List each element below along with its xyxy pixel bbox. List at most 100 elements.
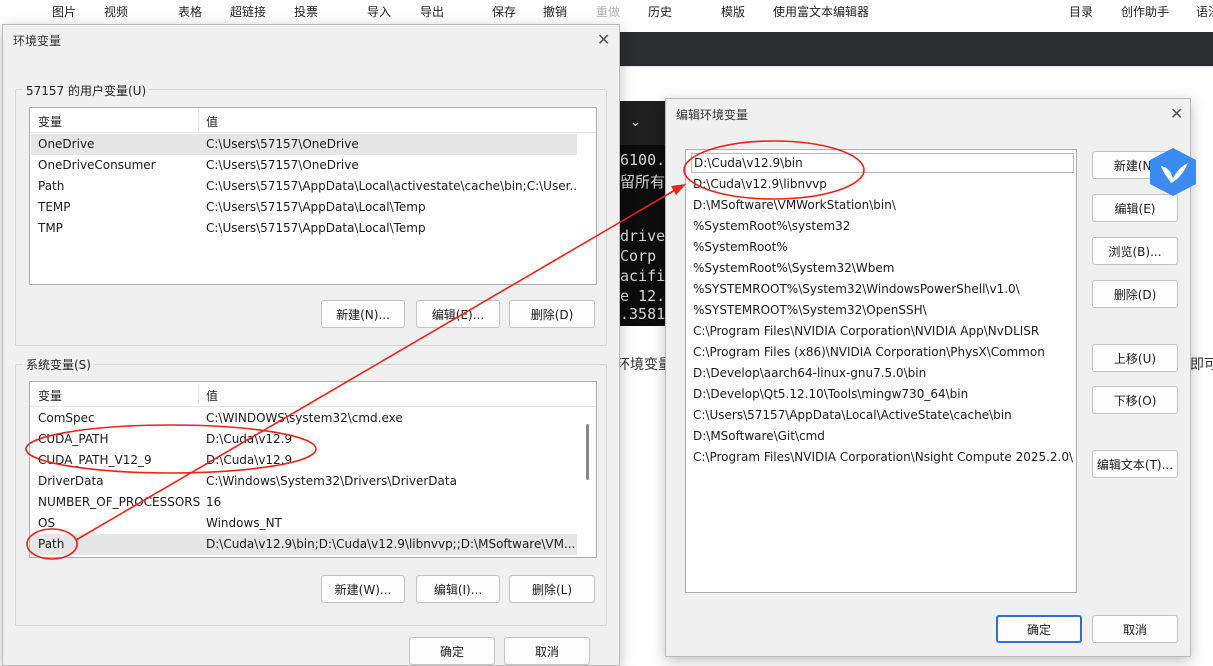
terminal-line: .3581 xyxy=(620,305,666,323)
cancel-button[interactable]: 取消 xyxy=(1092,615,1178,643)
user-edit-button[interactable]: 编辑(E)... xyxy=(416,300,500,328)
var-name: OS xyxy=(38,516,56,530)
user-delete-button[interactable]: 删除(D) xyxy=(509,300,595,328)
var-name: NUMBER_OF_PROCESSORS xyxy=(38,495,201,509)
vertical-scrollbar[interactable] xyxy=(586,424,589,480)
table-row[interactable]: Path C:\Users\57157\AppData\Local\active… xyxy=(31,176,577,197)
path-entries-list[interactable]: D:\Cuda\v12.9\bin D:\Cuda\v12.9\libnvvp … xyxy=(685,149,1077,593)
system-new-button[interactable]: 新建(W)... xyxy=(321,575,405,603)
var-name: Path xyxy=(38,537,65,551)
toolbar-toc[interactable]: 目录 xyxy=(1069,3,1093,20)
column-header-variable[interactable]: 变量 xyxy=(38,387,62,404)
toolbar-rich-editor[interactable]: 使用富文本编辑器 xyxy=(773,3,869,20)
close-icon[interactable]: ✕ xyxy=(597,32,610,48)
column-header-value[interactable]: 值 xyxy=(206,387,218,404)
list-item[interactable]: %SystemRoot%\System32\Wbem xyxy=(691,258,894,278)
toolbar-undo[interactable]: 撤销 xyxy=(543,3,567,20)
toolbar-history[interactable]: 历史 xyxy=(648,3,672,20)
table-row[interactable]: NUMBER_OF_PROCESSORS 16 xyxy=(31,492,577,513)
ok-button[interactable]: 确定 xyxy=(996,615,1082,643)
cancel-button[interactable]: 取消 xyxy=(504,637,590,665)
column-header-variable[interactable]: 变量 xyxy=(38,113,62,130)
browse-button[interactable]: 浏览(B)... xyxy=(1092,237,1178,265)
list-item[interactable]: %SYSTEMROOT%\System32\OpenSSH\ xyxy=(691,300,927,320)
edit-text-button[interactable]: 编辑文本(T)... xyxy=(1092,450,1178,478)
toolbar-hyperlink[interactable]: 超链接 xyxy=(230,3,266,20)
var-value: D:\Cuda\v12.9 xyxy=(206,432,293,446)
move-up-button[interactable]: 上移(U) xyxy=(1092,344,1178,372)
edit-button[interactable]: 编辑(E) xyxy=(1092,194,1178,222)
var-value: Windows_NT xyxy=(206,516,282,530)
var-name: CUDA_PATH xyxy=(38,432,109,446)
list-item[interactable]: D:\Develop\Qt5.12.10\Tools\mingw730_64\b… xyxy=(691,384,968,404)
column-header-value[interactable]: 值 xyxy=(206,113,218,130)
move-down-button[interactable]: 下移(O) xyxy=(1092,386,1178,414)
toolbar-image[interactable]: 图片 xyxy=(52,3,76,20)
table-row[interactable]: TMP C:\Users\57157\AppData\Local\Temp xyxy=(31,218,577,239)
assistant-bird-icon[interactable] xyxy=(1146,146,1200,198)
terminal-line: drive xyxy=(620,227,666,245)
system-delete-button[interactable]: 删除(L) xyxy=(509,575,595,603)
editor-divider xyxy=(600,66,1213,67)
system-edit-button[interactable]: 编辑(I)... xyxy=(416,575,500,603)
table-row[interactable]: Path D:\Cuda\v12.9\bin;D:\Cuda\v12.9\lib… xyxy=(31,534,577,555)
list-item[interactable]: %SYSTEMROOT%\System32\WindowsPowerShell\… xyxy=(691,279,1020,299)
list-item[interactable]: %SystemRoot% xyxy=(691,237,788,257)
terminal-line: 6100. xyxy=(620,151,666,169)
page-text: 即可 xyxy=(1190,357,1213,373)
chevron-down-icon[interactable]: ⌄ xyxy=(630,115,641,130)
toolbar-video[interactable]: 视频 xyxy=(104,3,128,20)
toolbar-export[interactable]: 导出 xyxy=(420,3,444,20)
terminal-line: 留所有 xyxy=(620,173,666,191)
list-item[interactable]: C:\Program Files\NVIDIA Corporation\Nsig… xyxy=(691,447,1073,467)
list-item[interactable]: D:\MSoftware\VMWorkStation\bin\ xyxy=(691,195,896,215)
var-value: C:\Windows\System32\Drivers\DriverData xyxy=(206,474,457,488)
delete-button[interactable]: 删除(D) xyxy=(1092,280,1178,308)
user-new-button[interactable]: 新建(N)... xyxy=(321,300,405,328)
list-item[interactable]: D:\MSoftware\Git\cmd xyxy=(691,426,825,446)
editor-dark-band xyxy=(600,32,1213,66)
table-row[interactable]: DriverData C:\Windows\System32\Drivers\D… xyxy=(31,471,577,492)
table-row[interactable]: OS Windows_NT xyxy=(31,513,577,534)
var-name: TMP xyxy=(38,221,63,235)
var-value: C:\Users\57157\AppData\Local\Temp xyxy=(206,221,426,235)
var-name: CUDA_PATH_V12_9 xyxy=(38,453,152,467)
toolbar-import[interactable]: 导入 xyxy=(367,3,391,20)
column-divider[interactable] xyxy=(198,110,199,130)
table-row[interactable]: OneDriveConsumer C:\Users\57157\OneDrive xyxy=(31,155,577,176)
close-icon[interactable]: ✕ xyxy=(1170,106,1183,122)
dialog-title: 环境变量 xyxy=(13,34,62,48)
toolbar-table[interactable]: 表格 xyxy=(178,3,202,20)
list-item[interactable]: D:\Cuda\v12.9\libnvvp xyxy=(691,174,827,194)
list-item[interactable]: D:\Develop\aarch64-linux-gnu7.5.0\bin xyxy=(691,363,926,383)
toolbar-template[interactable]: 模版 xyxy=(721,3,745,20)
page-text: 环境变量 xyxy=(616,357,672,373)
column-divider[interactable] xyxy=(198,384,199,404)
path-entry-edit-field[interactable]: D:\Cuda\v12.9\bin xyxy=(691,153,1074,173)
var-value: C:\WINDOWS\system32\cmd.exe xyxy=(206,411,403,425)
list-item[interactable]: C:\Users\57157\AppData\Local\ActiveState… xyxy=(691,405,1012,425)
list-item[interactable]: C:\Program Files (x86)\NVIDIA Corporatio… xyxy=(691,342,1045,362)
var-value: C:\Users\57157\OneDrive xyxy=(206,158,359,172)
var-value: C:\Users\57157\AppData\Local\activestate… xyxy=(206,179,576,193)
toolbar-grammar[interactable]: 语法 xyxy=(1196,3,1213,20)
table-row[interactable]: OneDrive C:\Users\57157\OneDrive xyxy=(31,134,577,155)
terminal-line: e 12. xyxy=(620,287,666,305)
table-row[interactable]: CUDA_PATH_V12_9 D:\Cuda\v12.9 xyxy=(31,450,577,471)
ok-button[interactable]: 确定 xyxy=(409,637,495,665)
user-vars-list[interactable]: 变量 值 OneDrive C:\Users\57157\OneDrive On… xyxy=(29,107,597,285)
user-vars-label: 57157 的用户变量(U) xyxy=(23,82,150,99)
var-name: TEMP xyxy=(38,200,71,214)
toolbar-redo[interactable]: 重做 xyxy=(596,3,620,20)
system-vars-list[interactable]: 变量 值 ComSpec C:\WINDOWS\system32\cmd.exe… xyxy=(29,381,597,558)
toolbar-vote[interactable]: 投票 xyxy=(294,3,318,20)
var-value: 16 xyxy=(206,495,222,509)
table-row[interactable]: ComSpec C:\WINDOWS\system32\cmd.exe xyxy=(31,408,577,429)
toolbar-assistant[interactable]: 创作助手 xyxy=(1121,3,1169,20)
table-row[interactable]: TEMP C:\Users\57157\AppData\Local\Temp xyxy=(31,197,577,218)
toolbar-save[interactable]: 保存 xyxy=(492,3,516,20)
list-item[interactable]: %SystemRoot%\system32 xyxy=(691,216,850,236)
list-item[interactable]: C:\Program Files\NVIDIA Corporation\NVID… xyxy=(691,321,1039,341)
terminal-line: Corp xyxy=(620,247,657,265)
table-row[interactable]: CUDA_PATH D:\Cuda\v12.9 xyxy=(31,429,577,450)
